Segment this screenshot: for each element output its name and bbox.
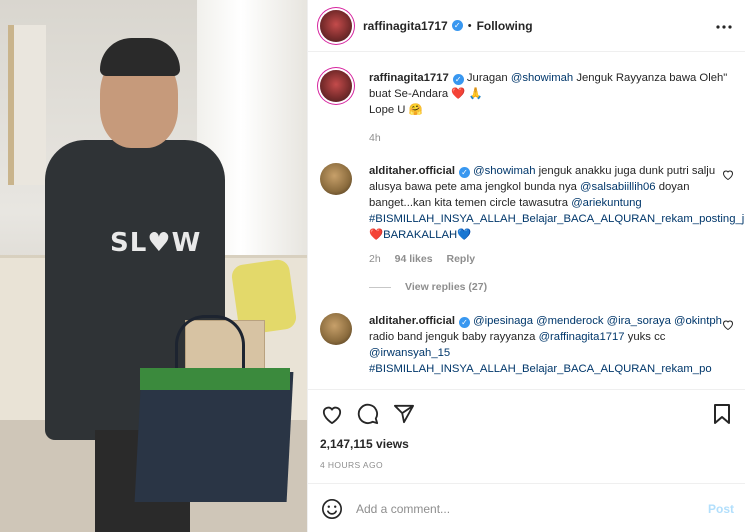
comment-username[interactable]: alditaher.official [369,315,455,327]
add-comment-bar: Post [308,483,745,532]
verified-badge-icon: ✓ [451,20,463,31]
comment-input[interactable] [356,501,686,516]
bag-handle [175,315,245,375]
more-options-icon[interactable] [715,17,733,35]
comment-text-fragment: radio band jenguk baby rayyanza [369,331,539,343]
verified-badge-icon: ✓ [459,317,471,328]
comment-link[interactable]: @ira_soraya [607,315,671,327]
comment-link[interactable]: @menderock [536,315,603,327]
like-comment-heart-icon[interactable] [722,319,734,333]
comment-link[interactable]: @ipesinaga [473,315,533,327]
following-button[interactable]: Following [477,19,533,33]
caption-text-prefix: Juragan [466,72,511,84]
posted-timestamp[interactable]: 4 HOURS AGO [320,460,734,470]
post-comment-button[interactable]: Post [708,502,734,516]
view-replies-label: View replies (27) [405,281,488,293]
shopping-bag [134,372,294,502]
caption-line-2: Lope U 🤗 [369,104,423,116]
comment-link[interactable]: @okintph [674,315,722,327]
view-replies-button[interactable]: View replies (27) [369,281,734,293]
comment-username[interactable]: alditaher.official [369,165,455,177]
caption-body: raffinagita1717 ✓ Juragan @showimah Jengu… [369,70,734,146]
comment-link[interactable]: #BISMILLAH_INSYA_ALLAH_Belajar_BACA_ALQU… [369,213,745,225]
comment-body: alditaher.official ✓ @showimah jenguk ana… [369,163,745,267]
comments-scroll-area[interactable]: raffinagita1717 ✓ Juragan @showimah Jengu… [308,53,745,388]
caption-author-avatar[interactable] [320,70,352,102]
verified-badge-icon: ✓ [452,74,464,85]
comment-text-fragment: ❤️ [369,229,384,241]
view-count[interactable]: 2,147,115 views [320,437,734,451]
post-caption: raffinagita1717 ✓ Juragan @showimah Jengu… [320,70,734,146]
caption-username[interactable]: raffinagita1717 [369,72,449,84]
caption-mention[interactable]: @showimah [511,72,573,84]
view-replies-line [369,286,391,288]
shirt-print: SL♥W [110,228,202,258]
like-heart-icon[interactable] [320,402,344,426]
author-avatar[interactable] [320,9,352,42]
comment-time[interactable]: 2h [369,253,381,265]
commenter-avatar[interactable] [320,313,352,345]
comment-link[interactable]: @raffinagita1717 [539,331,625,343]
comment-link[interactable]: @irwansyah_15 [369,347,450,359]
verified-badge-icon: ✓ [459,167,471,178]
share-paper-plane-icon[interactable] [392,402,416,426]
comment-link[interactable]: BARAKALLAH [383,229,457,241]
comment-meta: 2h 94 likes Reply [369,251,739,267]
comment-link[interactable]: @salsabiillih06 [580,181,656,193]
comment-likes[interactable]: 94 likes [395,253,433,265]
person-cap [100,38,180,76]
post-media[interactable]: SL♥W [0,0,307,532]
comment-body: alditaher.official ✓ @ipesinaga @menderoc… [369,313,734,377]
background-wall-frame [8,25,46,185]
comment-link[interactable]: #BISMILLAH_INSYA_ALLAH_Belajar_BACA_ALQU… [369,363,712,375]
caption-meta: 4h [369,130,734,146]
comment-bubble-icon[interactable] [356,402,380,426]
author-username[interactable]: raffinagita1717 [363,19,448,33]
comment-text-fragment: yuks cc [624,331,666,343]
like-comment-heart-icon[interactable] [722,169,734,183]
post-header: raffinagita1717 ✓ • Following [308,0,745,52]
post-actions: 2,147,115 views 4 HOURS AGO Post [308,389,745,532]
post-side-panel: raffinagita1717 ✓ • Following raffinagit… [307,0,745,532]
caption-time[interactable]: 4h [369,132,381,144]
header-separator: • [467,19,472,32]
comment-item: alditaher.official ✓ @ipesinaga @menderoc… [320,313,734,377]
comment-text-fragment: 💙 [457,229,472,241]
emoji-smiley-icon[interactable] [320,497,344,521]
comment-item: alditaher.official ✓ @showimah jenguk ana… [320,163,745,267]
comment-link[interactable]: @ariekuntung [571,197,642,209]
comment-link[interactable]: @showimah [473,165,535,177]
action-icons [320,402,734,426]
bag-green-contents [140,368,290,390]
commenter-avatar[interactable] [320,163,352,195]
reply-button[interactable]: Reply [446,253,475,265]
bookmark-icon[interactable] [710,402,734,426]
